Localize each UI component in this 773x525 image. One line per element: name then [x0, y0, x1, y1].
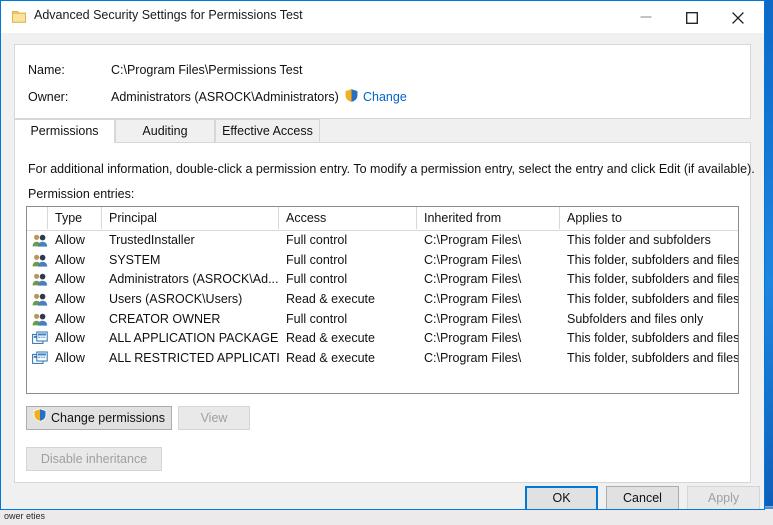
object-info-panel: Name: C:\Program Files\Permissions Test … — [14, 44, 751, 119]
table-row[interactable]: Allow ALL APPLICATION PACKAGES Read & exec… — [27, 329, 738, 349]
cell-type: Allow — [55, 272, 85, 287]
cell-access: Read & execute — [286, 351, 375, 366]
titlebar[interactable]: Advanced Security Settings for Permissio… — [1, 1, 764, 33]
tab-auditing[interactable]: Auditing — [115, 119, 215, 143]
cancel-button[interactable]: Cancel — [606, 486, 679, 509]
change-permissions-button[interactable]: Change permissions — [26, 406, 172, 430]
users-group-icon — [32, 292, 48, 308]
cell-applies-to: This folder and subfolders — [567, 233, 711, 247]
folder-icon — [12, 10, 26, 23]
cell-principal: Administrators (ASROCK\Ad... — [109, 272, 279, 287]
cell-applies-to: This folder, subfolders and files — [567, 351, 738, 366]
cell-principal: ALL APPLICATION PACKAGES — [109, 331, 279, 346]
table-row[interactable]: Allow Users (ASROCK\Users) Read & execute C… — [27, 290, 738, 310]
table-row[interactable]: Allow Administrators (ASROCK\Ad... Full co… — [27, 270, 738, 290]
cell-applies-to: This folder, subfolders and files — [567, 252, 738, 267]
cell-type: Allow — [55, 292, 85, 307]
cell-type: Allow — [55, 252, 85, 267]
cell-type: Allow — [55, 233, 85, 247]
table-row[interactable]: Allow TrustedInstaller Full control C:\Prog… — [27, 231, 738, 251]
cell-access: Full control — [286, 252, 348, 267]
cell-principal: TrustedInstaller — [109, 233, 195, 247]
uac-shield-icon — [344, 88, 359, 106]
cell-access: Full control — [286, 233, 348, 247]
table-row[interactable]: Allow ALL RESTRICTED APPLICATIO... Read & … — [27, 349, 738, 369]
window-title: Advanced Security Settings for Permissio… — [34, 8, 303, 22]
cell-inherited-from: C:\Program Files\ — [424, 272, 522, 287]
ok-button[interactable]: OK — [525, 486, 598, 509]
tab-permissions[interactable]: Permissions — [14, 119, 115, 143]
list-body: Allow TrustedInstaller Full control C:\Prog… — [27, 231, 738, 369]
table-row[interactable]: Allow CREATOR OWNER Full control C:\Program… — [27, 310, 738, 330]
disable-inheritance-button[interactable]: Disable inheritance — [26, 447, 162, 471]
apply-button[interactable]: Apply — [687, 486, 760, 509]
cell-inherited-from: C:\Program Files\ — [424, 292, 522, 307]
users-group-icon — [32, 272, 48, 288]
tab-strip: Permissions Auditing Effective Access — [14, 119, 751, 143]
column-header-principal[interactable]: Principal — [102, 207, 279, 229]
column-header-icon[interactable] — [27, 207, 48, 229]
list-header-row: Type Principal Access Inherited from Applies… — [27, 207, 738, 231]
app-package-icon — [32, 351, 48, 367]
minimize-icon[interactable] — [624, 1, 670, 32]
users-group-icon — [32, 253, 48, 269]
table-row[interactable]: Allow SYSTEM Full control C:\Program Files\… — [27, 251, 738, 271]
column-header-applies-to[interactable]: Applies to — [560, 207, 738, 229]
cell-inherited-from: C:\Program Files\ — [424, 351, 522, 366]
cell-principal: SYSTEM — [109, 252, 161, 267]
owner-label: Owner: — [28, 90, 69, 104]
column-header-inherited-from[interactable]: Inherited from — [417, 207, 560, 229]
change-permissions-button-label: Change permissions — [51, 411, 165, 425]
cell-applies-to: Subfolders and files only — [567, 311, 704, 326]
cell-type: Allow — [55, 331, 85, 346]
tab-effective-access[interactable]: Effective Access — [215, 119, 320, 143]
permission-entries-list[interactable]: Type Principal Access Inherited from Applies… — [26, 206, 739, 394]
cell-inherited-from: C:\Program Files\ — [424, 252, 522, 267]
cell-principal: ALL RESTRICTED APPLICATIO... — [109, 351, 279, 366]
name-label: Name: — [28, 63, 65, 77]
cell-applies-to: This folder, subfolders and files — [567, 272, 738, 287]
users-group-icon — [32, 312, 48, 328]
cell-type: Allow — [55, 311, 85, 326]
cell-inherited-from: C:\Program Files\ — [424, 331, 522, 346]
cell-principal: CREATOR OWNER — [109, 311, 221, 326]
column-header-type[interactable]: Type — [48, 207, 102, 229]
cell-type: Allow — [55, 351, 85, 366]
users-group-icon — [32, 233, 48, 249]
background-window-title: ower eties — [4, 511, 46, 521]
cell-applies-to: This folder, subfolders and files — [567, 331, 738, 346]
cell-inherited-from: C:\Program Files\ — [424, 311, 522, 326]
advanced-security-settings-dialog: Advanced Security Settings for Permissio… — [0, 0, 765, 510]
name-value: C:\Program Files\Permissions Test — [111, 63, 303, 77]
close-icon[interactable] — [716, 1, 762, 32]
cell-access: Read & execute — [286, 292, 375, 307]
change-owner-link-label: Change — [363, 90, 407, 104]
owner-value: Administrators (ASROCK\Administrators) — [111, 90, 339, 104]
cell-access: Full control — [286, 272, 348, 287]
cell-inherited-from: C:\Program Files\ — [424, 233, 522, 247]
cell-principal: Users (ASROCK\Users) — [109, 292, 243, 307]
view-button[interactable]: View — [178, 406, 250, 430]
change-owner-link[interactable]: Change — [344, 88, 407, 106]
maximize-icon[interactable] — [670, 1, 716, 32]
cell-access: Full control — [286, 311, 348, 326]
cell-access: Read & execute — [286, 331, 375, 346]
instruction-text: For additional information, double-click… — [28, 162, 755, 176]
column-header-access[interactable]: Access — [279, 207, 417, 229]
uac-shield-icon — [33, 407, 47, 429]
cell-applies-to: This folder, subfolders and files — [567, 292, 738, 307]
permission-entries-label: Permission entries: — [28, 187, 135, 201]
permissions-tab-page: For additional information, double-click… — [14, 142, 755, 483]
app-package-icon — [32, 331, 48, 347]
